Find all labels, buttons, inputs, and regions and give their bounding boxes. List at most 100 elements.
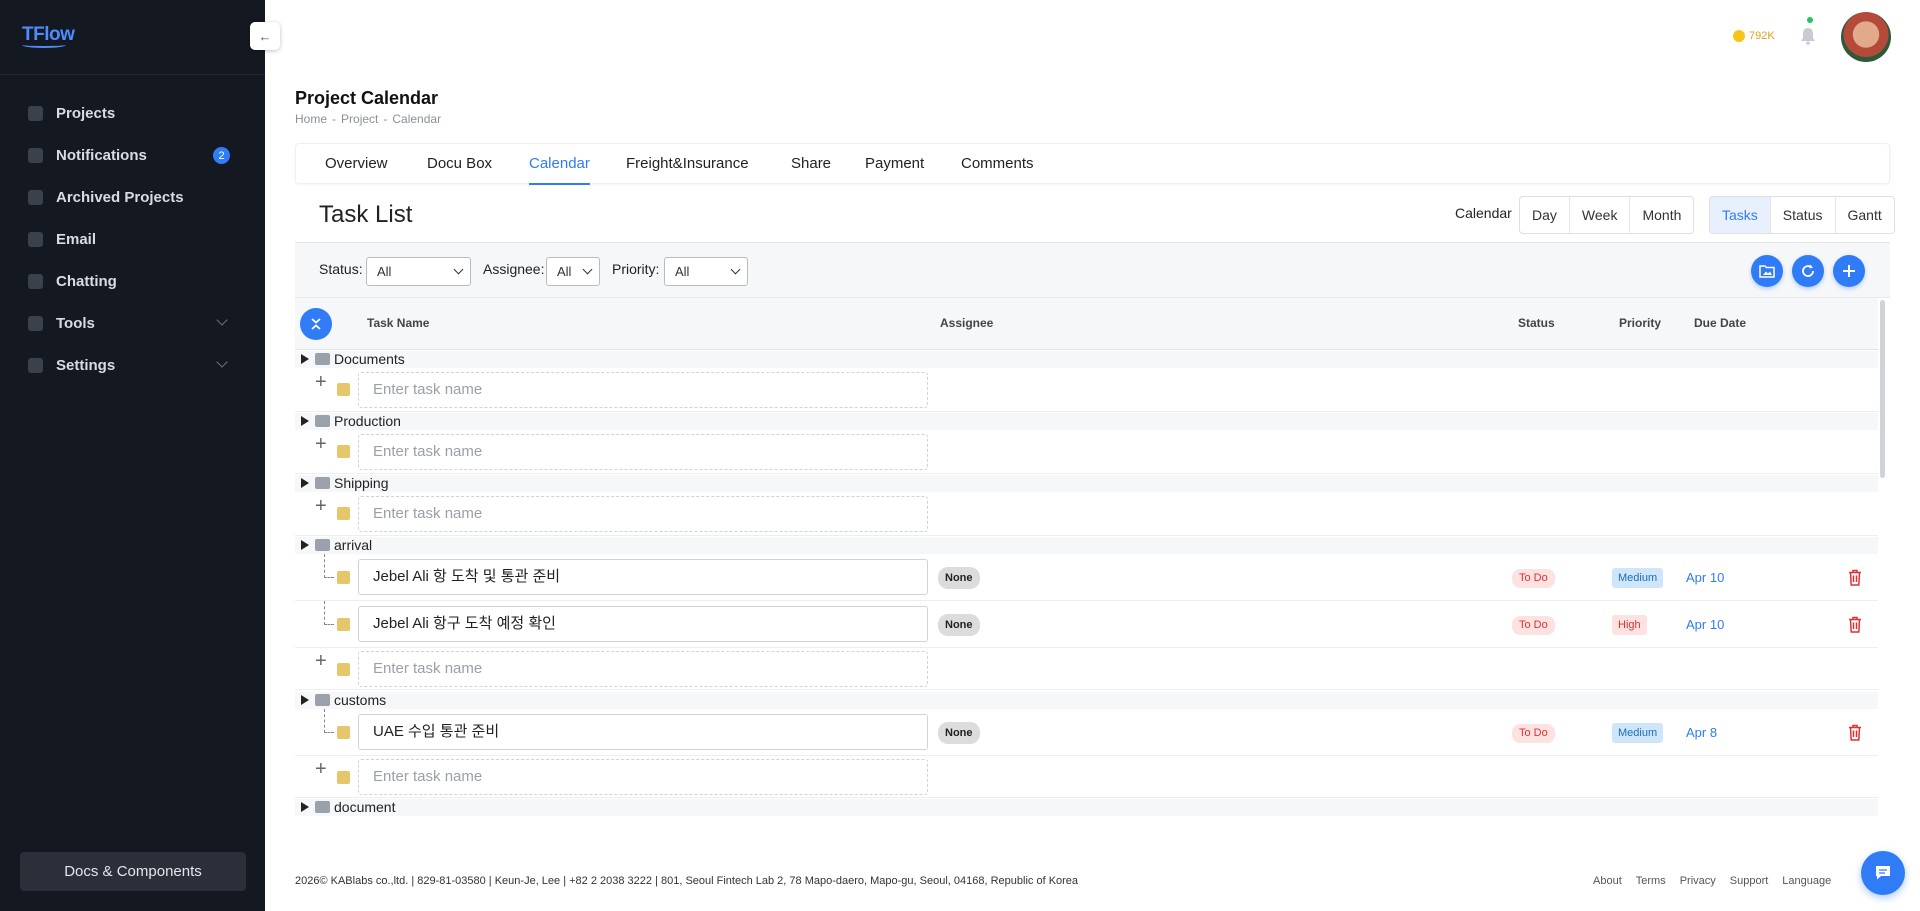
add-task-button[interactable] [1833, 255, 1865, 287]
tab-comments[interactable]: Comments [961, 144, 1034, 185]
trash-icon[interactable] [1848, 616, 1862, 633]
day-button[interactable]: Day [1520, 197, 1570, 233]
tab-share[interactable]: Share [791, 144, 831, 185]
trash-icon[interactable] [1848, 724, 1862, 741]
bell-icon[interactable] [1800, 27, 1816, 45]
task-row[interactable]: Jebel Ali 항 도착 및 통관 준비 None To Do Medium… [295, 554, 1878, 601]
new-task-input[interactable]: Enter task name [358, 372, 928, 408]
panel-title: Task List [319, 201, 413, 228]
column-task-name: Task Name [367, 316, 430, 330]
priority-filter-value: All [675, 264, 690, 279]
group-row-customs[interactable]: customs [295, 692, 1878, 709]
task-name-input[interactable]: Jebel Ali 항구 도착 예정 확인 [358, 606, 928, 642]
memo-icon [337, 726, 350, 739]
assignee-filter-select[interactable]: All [546, 257, 600, 286]
sidebar-item-settings[interactable]: Settings [0, 344, 265, 386]
plus-icon [1843, 265, 1855, 277]
footer-link-support[interactable]: Support [1730, 875, 1769, 887]
docs-components-button[interactable]: Docs & Components [20, 852, 246, 891]
page-title: Project Calendar [295, 88, 439, 108]
gantt-view-button[interactable]: Gantt [1836, 197, 1894, 233]
new-task-input[interactable]: Enter task name [358, 434, 928, 470]
footer-link-terms[interactable]: Terms [1636, 875, 1666, 887]
group-row-arrival[interactable]: arrival [295, 537, 1878, 554]
notification-dot [1807, 17, 1813, 23]
group-row-document[interactable]: document [295, 799, 1878, 816]
tab-calendar[interactable]: Calendar [529, 144, 590, 185]
footer-link-privacy[interactable]: Privacy [1680, 875, 1716, 887]
tab-overview[interactable]: Overview [325, 144, 388, 185]
breadcrumb-home[interactable]: Home [295, 112, 327, 126]
refresh-button[interactable] [1792, 255, 1824, 287]
status-badge[interactable]: To Do [1512, 616, 1555, 635]
footer-link-language[interactable]: Language [1782, 875, 1831, 887]
month-button[interactable]: Month [1630, 197, 1693, 233]
expand-arrow-icon[interactable] [301, 802, 309, 812]
sidebar-collapse-button[interactable]: ← [250, 22, 280, 50]
priority-badge[interactable]: Medium [1612, 568, 1664, 588]
group-row-production[interactable]: Production [295, 413, 1878, 430]
due-date[interactable]: Apr 10 [1686, 617, 1724, 632]
status-badge[interactable]: To Do [1512, 569, 1555, 588]
sidebar-item-projects[interactable]: Projects [0, 92, 265, 134]
chevron-down-icon [582, 264, 593, 275]
sidebar-item-label: Email [56, 230, 97, 248]
expand-arrow-icon[interactable] [301, 540, 309, 550]
new-task-input[interactable]: Enter task name [358, 651, 928, 687]
plus-icon[interactable]: + [315, 434, 327, 454]
new-task-input[interactable]: Enter task name [358, 496, 928, 532]
sidebar-item-archived-projects[interactable]: Archived Projects [0, 176, 265, 218]
sidebar-item-chatting[interactable]: Chatting [0, 260, 265, 302]
filter-bar: Status: All Assignee: All Priority: All [295, 243, 1890, 298]
task-row[interactable]: UAE 수입 통관 준비 None To Do Medium Apr 8 [295, 709, 1878, 756]
sidebar-item-tools[interactable]: Tools [0, 302, 265, 344]
avatar[interactable] [1841, 12, 1891, 62]
tab-payment[interactable]: Payment [865, 144, 924, 185]
collapse-all-button[interactable] [300, 308, 332, 340]
group-row-shipping[interactable]: Shipping [295, 475, 1878, 492]
week-button[interactable]: Week [1570, 197, 1631, 233]
tab-freight-insurance[interactable]: Freight&Insurance [626, 144, 749, 185]
credits-balance[interactable]: 792K [1733, 30, 1775, 42]
table-scrollbar[interactable] [1880, 300, 1885, 478]
due-date[interactable]: Apr 10 [1686, 570, 1724, 585]
chat-button[interactable] [1861, 851, 1905, 895]
breadcrumb: Home - Project - Calendar [295, 112, 442, 126]
status-view-button[interactable]: Status [1771, 197, 1836, 233]
tab-docu-box[interactable]: Docu Box [427, 144, 492, 185]
expand-arrow-icon[interactable] [301, 478, 309, 488]
sidebar-item-notifications[interactable]: Notifications 2 [0, 134, 265, 176]
app-logo[interactable]: TFlow [22, 24, 75, 48]
folder-image-button[interactable] [1751, 255, 1783, 287]
status-filter-select[interactable]: All [366, 257, 471, 286]
trash-icon[interactable] [1848, 569, 1862, 586]
new-task-input[interactable]: Enter task name [358, 759, 928, 795]
breadcrumb-project[interactable]: Project [341, 112, 378, 126]
plus-icon[interactable]: + [315, 759, 327, 779]
sidebar-item-email[interactable]: Email [0, 218, 265, 260]
expand-arrow-icon[interactable] [301, 695, 309, 705]
range-button-group: Day Week Month [1519, 196, 1695, 234]
breadcrumb-calendar: Calendar [392, 112, 442, 126]
due-date[interactable]: Apr 8 [1686, 725, 1717, 740]
priority-badge[interactable]: Medium [1612, 723, 1664, 743]
tasks-view-button[interactable]: Tasks [1710, 197, 1771, 233]
task-name-input[interactable]: Jebel Ali 항 도착 및 통관 준비 [358, 559, 928, 595]
task-name-input[interactable]: UAE 수입 통관 준비 [358, 714, 928, 750]
assignee-badge[interactable]: None [938, 567, 980, 589]
priority-badge[interactable]: High [1612, 615, 1647, 635]
task-row[interactable]: Jebel Ali 항구 도착 예정 확인 None To Do High Ap… [295, 601, 1878, 648]
expand-arrow-icon[interactable] [301, 416, 309, 426]
status-badge[interactable]: To Do [1512, 724, 1555, 743]
group-row-documents[interactable]: Documents [295, 351, 1878, 368]
sidebar-item-label: Chatting [56, 272, 117, 290]
expand-arrow-icon[interactable] [301, 354, 309, 364]
assignee-badge[interactable]: None [938, 722, 980, 744]
plus-icon[interactable]: + [315, 496, 327, 516]
column-status: Status [1518, 316, 1555, 330]
plus-icon[interactable]: + [315, 651, 327, 671]
plus-icon[interactable]: + [315, 372, 327, 392]
priority-filter-select[interactable]: All [664, 257, 748, 286]
assignee-badge[interactable]: None [938, 614, 980, 636]
footer-link-about[interactable]: About [1593, 875, 1622, 887]
